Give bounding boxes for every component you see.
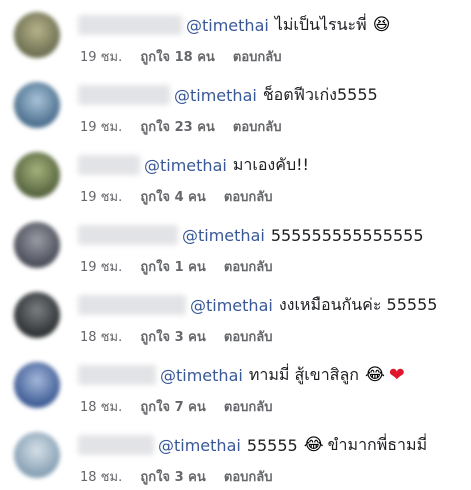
reply-link[interactable]: ตอบกลับ: [224, 470, 273, 485]
comment-time[interactable]: 18 ชม.: [80, 470, 122, 485]
comment-time[interactable]: 18 ชม.: [80, 400, 122, 415]
commenter-name[interactable]: [78, 15, 182, 35]
comment-time[interactable]: 19 ชม.: [80, 120, 122, 135]
comment-time[interactable]: 19 ชม.: [80, 50, 122, 65]
likes-count[interactable]: ถูกใจ 18 คน: [140, 50, 214, 65]
comment-item: @timethai ช็อตฟีวเก่ง5555 19 ชม. ถูกใจ 2…: [0, 74, 471, 144]
comment-text: มาเองคับ!!: [232, 154, 309, 174]
mention-link[interactable]: @timethai: [158, 436, 241, 455]
comment-item: @timethai ทามมี่ สู้เขาสิลูก 😂 ❤ 18 ชม. …: [0, 354, 471, 424]
comment-text: ช็อตฟีวเก่ง5555: [262, 84, 378, 104]
reply-link[interactable]: ตอบกลับ: [224, 260, 273, 275]
avatar[interactable]: [14, 432, 60, 478]
avatar[interactable]: [14, 292, 60, 338]
comment-text: 55555: [246, 435, 298, 455]
likes-count[interactable]: ถูกใจ 23 คน: [140, 120, 214, 135]
avatar[interactable]: [14, 82, 60, 128]
laughing-emoji-icon: 😆: [372, 14, 391, 35]
mention-link[interactable]: @timethai: [174, 86, 257, 105]
commenter-name[interactable]: [78, 295, 186, 315]
comment-text: 555555555555555: [270, 225, 424, 245]
tears-of-joy-emoji-icon: 😂: [364, 364, 385, 385]
comment-item: @timethai 555555555555555 19 ชม. ถูกใจ 1…: [0, 214, 471, 284]
comment-time[interactable]: 18 ชม.: [80, 330, 122, 345]
commenter-name[interactable]: [78, 435, 154, 455]
red-heart-icon: ❤: [388, 363, 405, 386]
comment-text: ทามมี่ สู้เขาสิลูก: [248, 364, 359, 384]
mention-link[interactable]: @timethai: [144, 156, 227, 175]
comment-item: @timethai ไม่เป็นไรนะพี่ 😆 19 ชม. ถูกใจ …: [0, 4, 471, 74]
likes-count[interactable]: ถูกใจ 3 คน: [140, 470, 205, 485]
comment-time[interactable]: 19 ชม.: [80, 260, 122, 275]
reply-link[interactable]: ตอบกลับ: [233, 120, 282, 135]
avatar[interactable]: [14, 152, 60, 198]
mention-link[interactable]: @timethai: [186, 16, 269, 35]
mention-link[interactable]: @timethai: [190, 296, 273, 315]
comment-text: งงเหมือนกันค่ะ 55555: [278, 294, 438, 314]
reply-link[interactable]: ตอบกลับ: [224, 400, 273, 415]
reply-link[interactable]: ตอบกลับ: [233, 50, 282, 65]
likes-count[interactable]: ถูกใจ 7 คน: [140, 400, 205, 415]
comment-item: @timethai งงเหมือนกันค่ะ 55555 18 ชม. ถู…: [0, 284, 471, 354]
reply-link[interactable]: ตอบกลับ: [224, 330, 273, 345]
commenter-name[interactable]: [78, 365, 156, 385]
comment-item: @timethai มาเองคับ!! 19 ชม. ถูกใจ 4 คน ต…: [0, 144, 471, 214]
comment-item: @timethai 55555 😂 ขำมากพี่ธามมี่ 18 ชม. …: [0, 424, 471, 490]
mention-link[interactable]: @timethai: [182, 226, 265, 245]
comment-list: @timethai ไม่เป็นไรนะพี่ 😆 19 ชม. ถูกใจ …: [0, 0, 471, 490]
tears-of-joy-emoji-icon: 😂: [303, 434, 324, 455]
commenter-name[interactable]: [78, 225, 178, 245]
likes-count[interactable]: ถูกใจ 3 คน: [140, 330, 205, 345]
mention-link[interactable]: @timethai: [160, 366, 243, 385]
likes-count[interactable]: ถูกใจ 4 คน: [140, 190, 205, 205]
reply-link[interactable]: ตอบกลับ: [224, 190, 273, 205]
comment-text-continued: ขำมากพี่ธามมี่: [327, 434, 428, 454]
comment-time[interactable]: 19 ชม.: [80, 190, 122, 205]
comment-text: ไม่เป็นไรนะพี่: [274, 14, 367, 34]
commenter-name[interactable]: [78, 85, 170, 105]
avatar[interactable]: [14, 362, 60, 408]
avatar[interactable]: [14, 222, 60, 268]
avatar[interactable]: [14, 12, 60, 58]
commenter-name[interactable]: [78, 155, 140, 175]
likes-count[interactable]: ถูกใจ 1 คน: [140, 260, 205, 275]
